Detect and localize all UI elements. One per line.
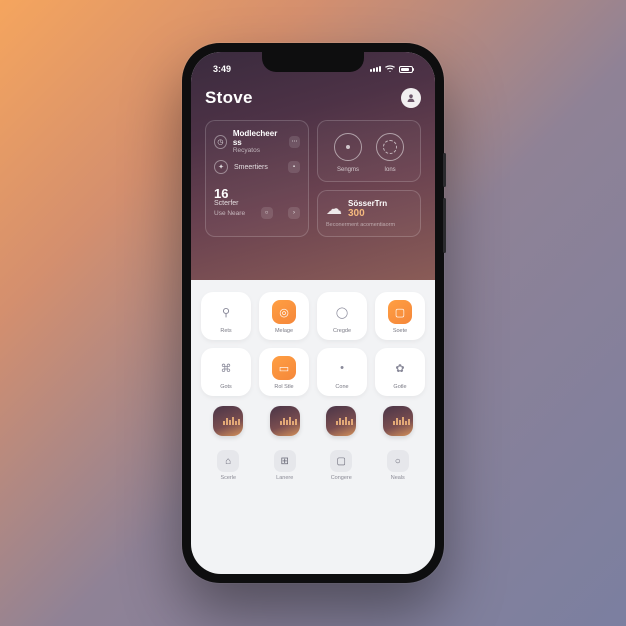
card-rings[interactable]: Sengms Ions — [317, 120, 421, 182]
tile-grid: ⚲ Rets ◎ Melage ◯ Cregde ▢ Soete ⌘ Gots ▭ Rol Stle •… — [201, 292, 425, 396]
dark-tile-3[interactable] — [375, 406, 422, 436]
nav-lanere[interactable]: ⊞ Lanere — [262, 450, 309, 481]
dark-tile-2[interactable] — [318, 406, 365, 436]
nav-label: Congere — [331, 475, 352, 481]
tile-6[interactable]: • Cone — [317, 348, 367, 396]
ring-icon: ◯ — [330, 300, 354, 324]
card-left-sub-row: Use Neare ○ › — [214, 207, 300, 219]
card-left[interactable]: ◷ Modlecheer ss Recyatos ⋯ ✦ Smeertiers … — [205, 120, 309, 237]
page-title: Stove — [205, 88, 253, 108]
cards-grid: ◷ Modlecheer ss Recyatos ⋯ ✦ Smeertiers … — [205, 120, 421, 237]
signal-icon — [370, 66, 381, 72]
pin-icon: ⚲ — [214, 300, 238, 324]
clock-icon: ◷ — [214, 135, 227, 149]
cloud-icon: ☁ — [326, 199, 342, 219]
tile-1[interactable]: ◎ Melage — [259, 292, 309, 340]
avatar-button[interactable] — [401, 88, 421, 108]
card-left-num-row: Scterfer — [214, 200, 300, 207]
tile-label: Gotle — [393, 384, 406, 390]
puzzle-icon: ✦ — [214, 160, 228, 174]
circle-icon: ○ — [387, 450, 409, 472]
bottom-nav: ⌂ Scerle ⊞ Lanere ▢ Congere ○ Neals — [201, 450, 425, 485]
card-left-badge3: ○ — [261, 207, 273, 219]
card-left-badge4: › — [288, 207, 300, 219]
skyline-icon — [383, 406, 413, 436]
grid-icon: ⊞ — [274, 450, 296, 472]
light-section: ⚲ Rets ◎ Melage ◯ Cregde ▢ Soete ⌘ Gots ▭ Rol Stle •… — [191, 280, 435, 491]
nav-label: Scerle — [220, 475, 236, 481]
status-time: 3:49 — [213, 64, 231, 74]
card-left-num-label: Scterfer — [214, 200, 239, 207]
header: Stove — [205, 88, 421, 108]
card-left-row2-label: Smeertiers — [234, 164, 268, 171]
card-left-row1-label: Modlecheer ss — [233, 129, 277, 147]
ring-1-icon — [334, 133, 362, 161]
screen: 3:49 Stove ◷ Modlecheer ss Recyatos ⋯ ✦ — [191, 52, 435, 574]
battery-icon — [399, 66, 413, 73]
cloud-value: 300 — [348, 208, 387, 219]
cloud-title: SösserTrn — [348, 199, 387, 208]
ring-2-label: Ions — [376, 167, 404, 173]
tile-0[interactable]: ⚲ Rets — [201, 292, 251, 340]
nav-congere[interactable]: ▢ Congere — [318, 450, 365, 481]
rect-icon: ▭ — [272, 356, 296, 380]
rings-row — [326, 133, 412, 161]
nav-scerle[interactable]: ⌂ Scerle — [205, 450, 252, 481]
cloud-row: ☁ SösserTrn 300 — [326, 199, 412, 219]
tile-4[interactable]: ⌘ Gots — [201, 348, 251, 396]
cloud-sub: Beconerment acomentiaorm — [326, 222, 412, 228]
dark-section: 3:49 Stove ◷ Modlecheer ss Recyatos ⋯ ✦ — [191, 52, 435, 280]
card-left-num: 16 — [214, 186, 300, 201]
tile-label: Rets — [220, 328, 231, 334]
skyline-icon — [270, 406, 300, 436]
tile-label: Rol Stle — [274, 384, 293, 390]
tile-3[interactable]: ▢ Soete — [375, 292, 425, 340]
card-left-row1: ◷ Modlecheer ss Recyatos ⋯ — [214, 129, 300, 154]
dot-icon: • — [330, 356, 354, 380]
square-icon: ▢ — [388, 300, 412, 324]
nav-label: Lanere — [276, 475, 293, 481]
dark-tile-row — [201, 406, 425, 436]
card-left-row1-sub: Recyatos — [233, 147, 283, 154]
tile-label: Cregde — [333, 328, 351, 334]
user-icon — [406, 93, 416, 103]
status-right — [370, 65, 413, 73]
target-icon: ◎ — [272, 300, 296, 324]
link-icon: ⌘ — [214, 356, 238, 380]
tile-2[interactable]: ◯ Cregde — [317, 292, 367, 340]
dark-tile-0[interactable] — [205, 406, 252, 436]
viewport-bg: 3:49 Stove ◷ Modlecheer ss Recyatos ⋯ ✦ — [0, 0, 626, 626]
ring-2-icon — [376, 133, 404, 161]
ring-labels: Sengms Ions — [326, 167, 412, 173]
dark-tile-1[interactable] — [262, 406, 309, 436]
tile-label: Soete — [393, 328, 407, 334]
card-left-num-sub: Use Neare — [214, 210, 245, 217]
tile-5[interactable]: ▭ Rol Stle — [259, 348, 309, 396]
tile-7[interactable]: ✿ Gotle — [375, 348, 425, 396]
tile-label: Gots — [220, 384, 232, 390]
skyline-icon — [213, 406, 243, 436]
nav-label: Neals — [391, 475, 405, 481]
ring-1-label: Sengms — [334, 167, 362, 173]
home-icon: ⌂ — [217, 450, 239, 472]
card-left-badge1: ⋯ — [289, 136, 300, 148]
notch — [262, 52, 364, 72]
card-left-badge2: ▪ — [288, 161, 300, 173]
tile-label: Melage — [275, 328, 293, 334]
paw-icon: ✿ — [388, 356, 412, 380]
card-cloud[interactable]: ☁ SösserTrn 300 Beconerment acomentiaorm — [317, 190, 421, 237]
phone-frame: 3:49 Stove ◷ Modlecheer ss Recyatos ⋯ ✦ — [182, 43, 444, 583]
wifi-icon — [385, 65, 395, 73]
tile-label: Cone — [335, 384, 348, 390]
skyline-icon — [326, 406, 356, 436]
square-icon: ▢ — [330, 450, 352, 472]
nav-neals[interactable]: ○ Neals — [375, 450, 422, 481]
card-left-row2: ✦ Smeertiers ▪ — [214, 160, 300, 174]
